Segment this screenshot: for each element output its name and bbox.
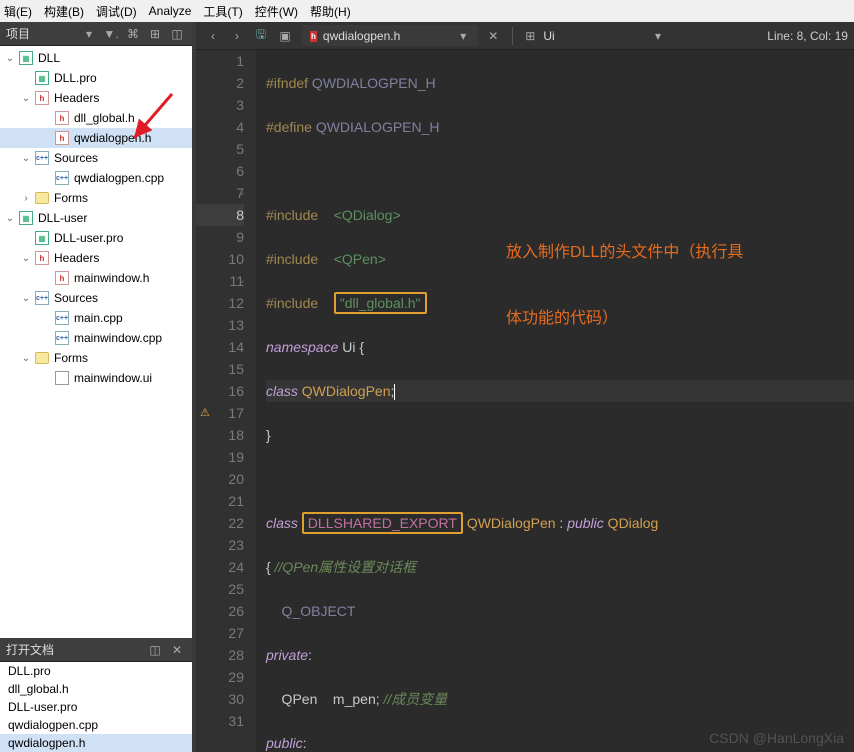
save-icon[interactable]: 🖫 xyxy=(250,25,272,47)
tree-sources-2[interactable]: ⌄c++Sources xyxy=(0,288,192,308)
close-tab-icon[interactable]: ✕ xyxy=(482,25,504,47)
annotation-arrow-icon xyxy=(130,88,180,148)
chevron-down-icon[interactable]: ⌄ xyxy=(20,152,32,164)
chevron-down-icon[interactable]: ⌄ xyxy=(20,352,32,364)
nav-forward-icon[interactable]: › xyxy=(226,25,248,47)
tree-label: mainwindow.ui xyxy=(74,371,152,385)
split-icon[interactable]: ◫ xyxy=(168,25,186,43)
tree-project-dll[interactable]: ⌄▦DLL xyxy=(0,48,192,68)
annotation-note: 放入制作DLL的头文件中（执行具 体功能的代码） xyxy=(506,198,743,374)
nav-back-icon[interactable]: ‹ xyxy=(202,25,224,47)
tree-label: qwdialogpen.cpp xyxy=(74,171,164,185)
tree-dll-user-pro[interactable]: ▦DLL-user.pro xyxy=(0,228,192,248)
chevron-down-icon[interactable]: ▾ xyxy=(460,29,466,43)
tree-label: mainwindow.cpp xyxy=(74,331,162,345)
doc-item[interactable]: dll_global.h xyxy=(0,680,192,698)
tree-label: Forms xyxy=(54,191,88,205)
menubar: 辑(E) 构建(B) 调试(D) Analyze 工具(T) 控件(W) 帮助(… xyxy=(0,0,854,22)
filter-icon[interactable]: ▼. xyxy=(102,25,120,43)
bookmark-icon[interactable]: ▣ xyxy=(274,25,296,47)
chevron-down-icon[interactable]: ⌄ xyxy=(4,212,16,224)
tree-forms[interactable]: › Forms xyxy=(0,188,192,208)
tree-label: dll_global.h xyxy=(74,111,135,125)
editor-toolbar: ‹ › 🖫 ▣ h qwdialogpen.h ▾ ✕ ⊞ Ui ▾ Line:… xyxy=(196,22,854,50)
tree-sources[interactable]: ⌄c++Sources xyxy=(0,148,192,168)
tree-label: main.cpp xyxy=(74,311,123,325)
chevron-down-icon[interactable]: ⌄ xyxy=(4,52,16,64)
file-tab[interactable]: h qwdialogpen.h ▾ xyxy=(302,25,478,46)
project-panel-header: 项目 ▾ ▼. ⌘ ⊞ ◫ xyxy=(0,22,192,46)
tree-mainwindow-ui[interactable]: mainwindow.ui xyxy=(0,368,192,388)
tab-filename: qwdialogpen.h xyxy=(323,29,400,43)
menu-debug[interactable]: 调试(D) xyxy=(96,3,137,20)
menu-build[interactable]: 构建(B) xyxy=(44,3,84,20)
split-icon[interactable]: ◫ xyxy=(146,641,164,659)
tree-label: Headers xyxy=(54,91,99,105)
tree-dll-pro[interactable]: ▦DLL.pro xyxy=(0,68,192,88)
project-panel-title: 项目 xyxy=(6,25,30,42)
tree-label: DLL-user.pro xyxy=(54,231,123,245)
menu-help[interactable]: 帮助(H) xyxy=(310,3,351,20)
project-tree[interactable]: ⌄▦DLL ▦DLL.pro ⌄hHeaders hdll_global.h h… xyxy=(0,46,192,638)
tree-label: DLL xyxy=(38,51,60,65)
gutter: 123 456 789 101112 131415 161718 192021 … xyxy=(196,50,256,752)
file-icon: h xyxy=(310,28,317,43)
menu-edit[interactable]: 辑(E) xyxy=(4,3,32,20)
highlight-export-macro: DLLSHARED_EXPORT xyxy=(302,512,463,534)
cursor-status: Line: 8, Col: 19 xyxy=(767,29,848,43)
left-sidebar: 项目 ▾ ▼. ⌘ ⊞ ◫ ⌄▦DLL ▦DLL.pro ⌄hHeaders h… xyxy=(0,22,192,752)
open-docs-list[interactable]: DLL.pro dll_global.h DLL-user.pro qwdial… xyxy=(0,662,192,752)
link-icon[interactable]: ⌘ xyxy=(124,25,142,43)
doc-item[interactable]: DLL-user.pro xyxy=(0,698,192,716)
tree-qwdialogpen-cpp[interactable]: c++qwdialogpen.cpp xyxy=(0,168,192,188)
chevron-down-icon[interactable]: ⌄ xyxy=(20,92,32,104)
tree-label: Sources xyxy=(54,151,98,165)
doc-item[interactable]: qwdialogpen.cpp xyxy=(0,716,192,734)
tree-label: DLL.pro xyxy=(54,71,97,85)
open-docs-header: 打开文档 ◫ ✕ xyxy=(0,638,192,662)
tree-project-dll-user[interactable]: ⌄▦DLL-user xyxy=(0,208,192,228)
tree-label: mainwindow.h xyxy=(74,271,149,285)
tree-mainwindow-cpp[interactable]: c++mainwindow.cpp xyxy=(0,328,192,348)
open-docs-title: 打开文档 xyxy=(6,641,54,658)
add-icon[interactable]: ⊞ xyxy=(146,25,164,43)
doc-item[interactable]: qwdialogpen.h xyxy=(0,734,192,752)
chevron-down-icon[interactable]: ⌄ xyxy=(20,252,32,264)
doc-item[interactable]: DLL.pro xyxy=(0,662,192,680)
tree-forms-2[interactable]: ⌄ Forms xyxy=(0,348,192,368)
dropdown-icon[interactable]: ▾ xyxy=(80,25,98,43)
watermark: CSDN @HanLongXia xyxy=(709,730,844,746)
tree-main-cpp[interactable]: c++main.cpp xyxy=(0,308,192,328)
outline-breadcrumb[interactable]: Ui xyxy=(543,29,554,43)
menu-tools[interactable]: 工具(T) xyxy=(203,3,242,20)
tree-label: Headers xyxy=(54,251,99,265)
tree-label: Forms xyxy=(54,351,88,365)
menu-widgets[interactable]: 控件(W) xyxy=(255,3,298,20)
tree-headers-2[interactable]: ⌄hHeaders xyxy=(0,248,192,268)
outline-icon[interactable]: ⊞ xyxy=(519,25,541,47)
close-icon[interactable]: ✕ xyxy=(168,641,186,659)
chevron-down-icon[interactable]: ⌄ xyxy=(20,292,32,304)
editor: ‹ › 🖫 ▣ h qwdialogpen.h ▾ ✕ ⊞ Ui ▾ Line:… xyxy=(196,22,854,752)
chevron-right-icon[interactable]: › xyxy=(20,192,32,204)
chevron-down-icon[interactable]: ▾ xyxy=(655,29,661,43)
code-content[interactable]: #ifndef QWDIALOGPEN_H #define QWDIALOGPE… xyxy=(256,50,854,752)
tree-label: Sources xyxy=(54,291,98,305)
tree-label: DLL-user xyxy=(38,211,87,225)
menu-analyze[interactable]: Analyze xyxy=(149,4,192,18)
code-area[interactable]: 123 456 789 101112 131415 161718 192021 … xyxy=(196,50,854,752)
tree-mainwindow-h[interactable]: hmainwindow.h xyxy=(0,268,192,288)
